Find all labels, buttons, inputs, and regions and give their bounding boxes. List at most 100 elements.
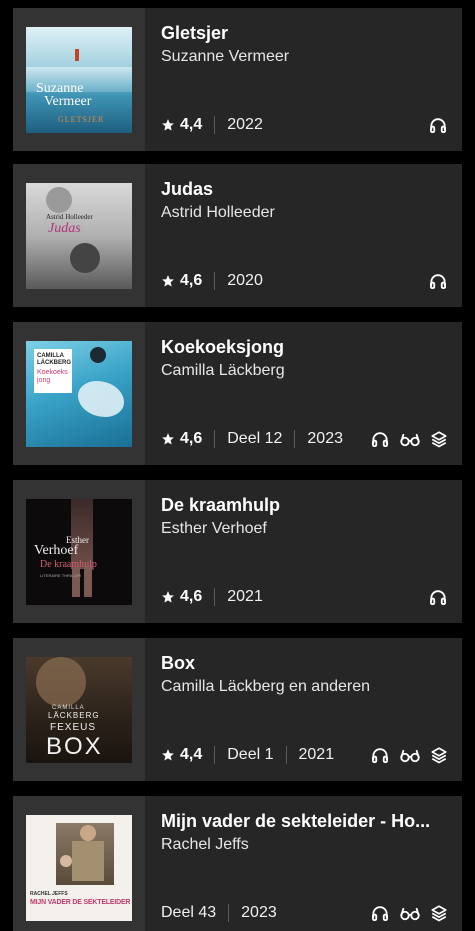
cover-author: Astrid Holleeder <box>46 212 93 221</box>
book-info: Mijn vader de sekteleider - Ho... Rachel… <box>145 796 462 931</box>
cover-author: LÄCKBERG <box>48 710 100 720</box>
book-year: 2021 <box>298 746 335 763</box>
divider <box>285 746 287 764</box>
book-meta: 4,6 2020 <box>161 271 448 291</box>
book-meta: 4,4 2022 <box>161 115 448 135</box>
book-cover[interactable]: Astrid Holleeder Judas <box>26 182 132 289</box>
book-author[interactable]: Esther Verhoef <box>161 519 448 539</box>
headphones-icon <box>372 432 388 447</box>
cover-container: CAMILLA LÄCKBERG Koekoeks jong <box>13 322 145 465</box>
cover-title: MIJN VADER DE SEKTELEIDER <box>30 898 131 906</box>
rating-value: 4,4 <box>180 746 203 763</box>
book-author[interactable]: Suzanne Vermeer <box>161 47 448 67</box>
cover-author: Vermeer <box>44 93 92 109</box>
book-card[interactable]: Astrid Holleeder Judas Judas Astrid Holl… <box>13 164 462 307</box>
headphones-icon <box>430 118 446 133</box>
book-year: 2023 <box>307 430 343 447</box>
star-icon <box>162 749 174 761</box>
book-info: Box Camilla Läckberg en anderen 4,4 Deel… <box>145 638 462 781</box>
cover-container: Suzanne Vermeer GLETSJER <box>13 8 145 151</box>
layers-icon <box>431 431 447 448</box>
book-author[interactable]: Rachel Jeffs <box>161 835 448 855</box>
book-cover[interactable]: Esther Verhoef De kraamhulp LITERAIRE TH… <box>26 498 132 605</box>
format-icons <box>428 115 448 135</box>
book-author[interactable]: Camilla Läckberg en anderen <box>161 677 448 697</box>
cover-container: Astrid Holleeder Judas <box>13 164 145 307</box>
format-icons <box>370 903 448 923</box>
book-card[interactable]: CAMILLA LÄCKBERG FEXEUS BOX Box Camilla … <box>13 638 462 781</box>
cover-author: Verhoef <box>34 542 79 558</box>
book-cover[interactable]: CAMILLA LÄCKBERG Koekoeks jong <box>26 340 132 447</box>
book-author[interactable]: Camilla Läckberg <box>161 361 448 381</box>
format-icons <box>428 587 448 607</box>
book-info: De kraamhulp Esther Verhoef 4,6 2021 <box>145 480 462 623</box>
book-card[interactable]: RACHEL JEFFS MIJN VADER DE SEKTELEIDER M… <box>13 796 462 931</box>
cover-author: RACHEL JEFFS <box>30 890 68 897</box>
book-card[interactable]: Suzanne Vermeer GLETSJER Gletsjer Suzann… <box>13 8 462 151</box>
divider <box>214 746 216 764</box>
book-meta: 4,4 Deel 1 2021 <box>161 745 448 765</box>
book-title[interactable]: De kraamhulp <box>161 494 448 516</box>
book-meta: Deel 43 2023 <box>161 903 448 923</box>
glasses-icon <box>400 433 420 447</box>
book-meta: 4,6 2021 <box>161 587 448 607</box>
cover-author: CAMILLA <box>37 352 64 359</box>
book-title[interactable]: Mijn vader de sekteleider - Ho... <box>161 810 448 832</box>
book-info: Judas Astrid Holleeder 4,6 2020 <box>145 164 462 307</box>
book-year: 2020 <box>227 272 263 289</box>
book-rating: 4,4 <box>161 116 202 134</box>
book-cover[interactable]: CAMILLA LÄCKBERG FEXEUS BOX <box>26 656 132 763</box>
cover-container: CAMILLA LÄCKBERG FEXEUS BOX <box>13 638 145 781</box>
book-author[interactable]: Astrid Holleeder <box>161 203 448 223</box>
headphones-icon <box>430 590 446 605</box>
book-info: Koekoeksjong Camilla Läckberg 4,6 Deel 1… <box>145 322 462 465</box>
divider <box>228 904 230 922</box>
star-icon <box>162 433 174 445</box>
book-cover[interactable]: RACHEL JEFFS MIJN VADER DE SEKTELEIDER <box>26 814 132 921</box>
cover-title: Koekoeks <box>37 368 68 376</box>
cover-container: Esther Verhoef De kraamhulp LITERAIRE TH… <box>13 480 145 623</box>
book-series-part: Deel 43 <box>161 904 217 921</box>
headphones-icon <box>372 748 388 763</box>
cover-container: RACHEL JEFFS MIJN VADER DE SEKTELEIDER <box>13 796 145 931</box>
book-rating: 4,6 <box>161 272 202 290</box>
book-rating: 4,6 <box>161 588 202 606</box>
cover-author: LÄCKBERG <box>37 359 71 366</box>
rating-value: 4,6 <box>180 272 203 289</box>
rating-value: 4,6 <box>180 430 203 447</box>
book-card[interactable]: Esther Verhoef De kraamhulp LITERAIRE TH… <box>13 480 462 623</box>
book-rating: 4,6 <box>161 430 202 448</box>
book-series-part: Deel 12 <box>227 430 283 447</box>
book-title[interactable]: Gletsjer <box>161 22 448 44</box>
rating-value: 4,4 <box>180 116 203 133</box>
layers-icon <box>431 747 447 764</box>
book-year: 2021 <box>227 588 263 605</box>
glasses-icon <box>400 749 420 763</box>
divider <box>214 430 216 448</box>
book-year: 2023 <box>241 904 277 921</box>
headphones-icon <box>430 274 446 289</box>
divider <box>214 588 216 606</box>
star-icon <box>162 591 174 603</box>
format-icons <box>370 429 448 449</box>
book-card[interactable]: CAMILLA LÄCKBERG Koekoeks jong Koekoeksj… <box>13 322 462 465</box>
divider <box>214 116 216 134</box>
format-icons <box>428 271 448 291</box>
star-icon <box>162 275 174 287</box>
divider <box>214 272 216 290</box>
headphones-icon <box>372 906 388 921</box>
rating-value: 4,6 <box>180 588 203 605</box>
cover-title: GLETSJER <box>58 114 105 124</box>
glasses-icon <box>400 907 420 921</box>
cover-title: Judas <box>48 220 81 236</box>
cover-subtitle: LITERAIRE THRILLER <box>40 572 82 578</box>
book-series-part: Deel 1 <box>227 746 274 763</box>
book-title[interactable]: Box <box>161 652 448 674</box>
book-year: 2022 <box>227 116 263 133</box>
cover-author: FEXEUS <box>50 721 97 733</box>
book-title[interactable]: Judas <box>161 178 448 200</box>
book-cover[interactable]: Suzanne Vermeer GLETSJER <box>26 26 132 133</box>
cover-title: De kraamhulp <box>40 558 97 570</box>
book-title[interactable]: Koekoeksjong <box>161 336 448 358</box>
cover-title: BOX <box>46 732 103 760</box>
